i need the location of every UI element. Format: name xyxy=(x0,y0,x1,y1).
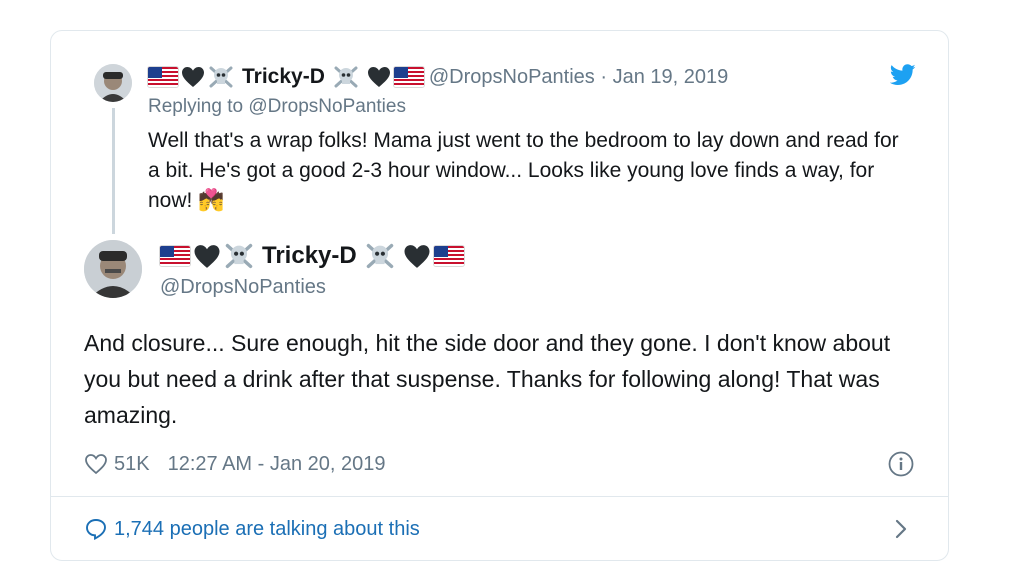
author-row[interactable]: Tricky-D xyxy=(160,240,467,272)
black-heart-icon xyxy=(182,67,204,87)
skull-crossbones-icon xyxy=(209,66,233,88)
chevron-right-icon[interactable] xyxy=(892,518,910,540)
black-heart-icon xyxy=(194,244,220,268)
parent-handle-date[interactable]: @DropsNoPanties · Jan 19, 2019 xyxy=(429,66,728,89)
us-flag-icon xyxy=(148,67,178,87)
skull-crossbones-icon xyxy=(366,243,393,269)
like-count[interactable]: 51K xyxy=(114,453,150,476)
conversation-link[interactable]: 1,744 people are talking about this xyxy=(84,514,420,544)
avatar-photo xyxy=(84,240,142,298)
parent-tweet-text: Well that's a wrap folks! Mama just went… xyxy=(148,129,899,212)
thread-connector xyxy=(112,108,115,234)
replying-to[interactable]: Replying to @DropsNoPanties xyxy=(148,96,406,118)
tweet-text: And closure... Sure enough, hit the side… xyxy=(84,330,891,428)
heart-outline-icon[interactable] xyxy=(84,453,108,475)
black-heart-icon xyxy=(404,244,430,268)
black-heart-icon xyxy=(367,67,390,87)
parent-display-name[interactable]: Tricky-D xyxy=(242,65,325,89)
divider xyxy=(51,496,948,497)
tweet-timestamp[interactable]: 12:27 AM - Jan 20, 2019 xyxy=(168,453,386,476)
author-handle[interactable]: @DropsNoPanties xyxy=(160,276,326,299)
author-avatar[interactable] xyxy=(84,240,142,298)
avatar-photo xyxy=(94,64,132,102)
talking-count[interactable]: 1,744 people are talking about this xyxy=(114,518,420,541)
us-flag-icon xyxy=(393,67,424,87)
skull-crossbones-icon xyxy=(334,66,358,88)
us-flag-icon xyxy=(160,246,190,266)
info-icon[interactable] xyxy=(888,451,914,477)
twitter-bird-icon[interactable] xyxy=(890,64,916,86)
author-display-name[interactable]: Tricky-D xyxy=(262,242,357,270)
parent-avatar[interactable] xyxy=(94,64,132,102)
parent-author-row[interactable]: Tricky-D @DropsNoPanties · Jan 19, 2019 xyxy=(148,62,728,92)
us-flag-icon xyxy=(433,246,464,266)
skull-crossbones-icon xyxy=(225,243,253,269)
speech-bubble-icon xyxy=(86,519,106,541)
tweet-meta: 51K 12:27 AM - Jan 20, 2019 xyxy=(84,450,386,478)
